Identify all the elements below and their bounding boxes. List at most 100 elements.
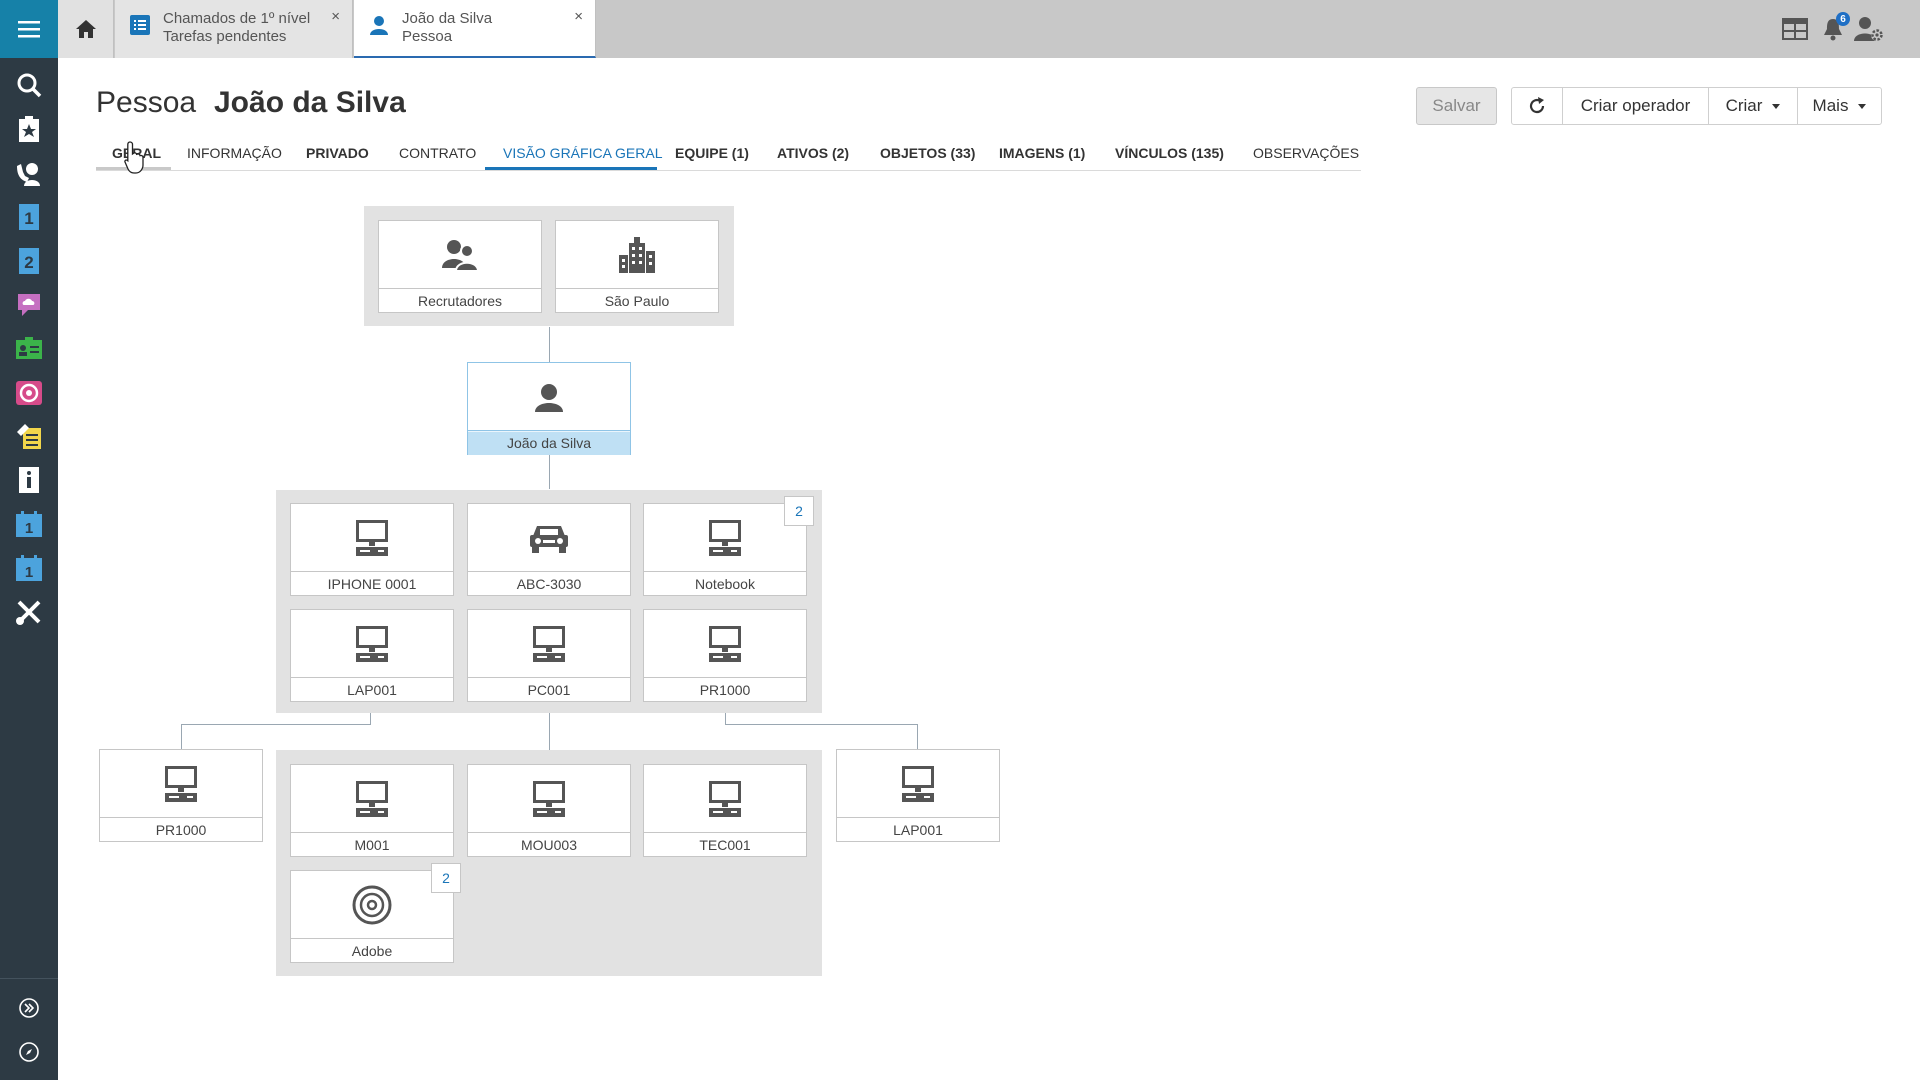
contact-card-icon[interactable] xyxy=(14,333,44,363)
node-label: PR1000 xyxy=(155,822,207,838)
dashboard-button[interactable] xyxy=(1780,14,1810,44)
node-sao-paulo[interactable]: São Paulo xyxy=(555,220,719,313)
level-1-icon[interactable]: 1 xyxy=(14,202,44,232)
node-pr1000[interactable]: PR1000 xyxy=(643,609,807,702)
connector-line xyxy=(181,724,182,750)
node-label: PR1000 xyxy=(699,682,751,698)
target-icon[interactable] xyxy=(14,377,44,407)
hamburger-icon xyxy=(18,21,40,38)
svg-text:1: 1 xyxy=(25,520,33,537)
connector-line xyxy=(725,724,918,725)
node-notebook[interactable]: Notebook 2 xyxy=(643,496,814,596)
node-label: ABC-3030 xyxy=(516,576,582,592)
create-operator-button[interactable]: Criar operador xyxy=(1562,87,1709,125)
refresh-button[interactable] xyxy=(1511,87,1563,125)
chat-cloud-icon[interactable] xyxy=(14,289,44,319)
tab-observacoes[interactable]: OBSERVAÇÕES xyxy=(1253,145,1359,161)
cursor-icon xyxy=(124,141,144,174)
tab-title: João da Silva xyxy=(402,10,493,27)
refresh-icon xyxy=(1529,97,1545,114)
node-tec001[interactable]: TEC001 xyxy=(643,764,807,857)
node-label: MOU003 xyxy=(520,837,578,853)
node-label: Recrutadores xyxy=(417,293,503,309)
child-count-badge[interactable]: 2 xyxy=(784,496,814,526)
create-label: Criar xyxy=(1725,96,1763,115)
phone-person-icon[interactable] xyxy=(14,158,44,188)
tab-active-underline xyxy=(485,167,657,170)
computer-icon xyxy=(356,519,388,556)
page-title: João da Silva xyxy=(214,86,406,119)
node-label: Adobe xyxy=(351,943,393,959)
tab-person[interactable]: João da Silva Pessoa × xyxy=(354,0,596,58)
connector-line xyxy=(181,724,371,725)
node-pr1000-left[interactable]: PR1000 xyxy=(99,749,263,842)
tools-icon[interactable] xyxy=(14,597,44,627)
child-count-badge[interactable]: 2 xyxy=(431,863,461,893)
search-icon[interactable] xyxy=(14,70,44,100)
knowledge-icon[interactable] xyxy=(14,421,44,451)
tab-contrato[interactable]: CONTRATO xyxy=(399,145,476,161)
node-mou003[interactable]: MOU003 xyxy=(467,764,631,857)
top-bar: Chamados de 1º nível Tarefas pendentes ×… xyxy=(58,0,1920,58)
more-label: Mais xyxy=(1812,96,1849,115)
clipboard-star-icon[interactable] xyxy=(14,114,44,144)
tab-subtitle: Pessoa xyxy=(402,28,453,45)
menu-button[interactable] xyxy=(0,0,58,58)
chevron-down-icon xyxy=(1858,103,1867,109)
tab-imagens[interactable]: IMAGENS (1) xyxy=(999,145,1085,161)
calendar-1b-icon[interactable]: 1 xyxy=(14,553,44,583)
close-icon[interactable]: × xyxy=(574,8,583,25)
rail-divider xyxy=(0,978,58,979)
person-icon xyxy=(535,383,563,412)
node-label: IPHONE 0001 xyxy=(327,576,417,592)
tab-objetos[interactable]: OBJETOS (33) xyxy=(880,145,975,161)
node-lap001[interactable]: LAP001 xyxy=(290,609,454,702)
tab-tickets[interactable]: Chamados de 1º nível Tarefas pendentes × xyxy=(115,0,353,58)
calendar-1-icon[interactable]: 1 xyxy=(14,509,44,539)
node-pc001[interactable]: PC001 xyxy=(467,609,631,702)
list-icon xyxy=(130,15,150,35)
tab-subtitle: Tarefas pendentes xyxy=(163,28,287,45)
tab-visao-grafica[interactable]: VISÃO GRÁFICA GERAL xyxy=(503,145,663,161)
save-button[interactable]: Salvar xyxy=(1416,87,1497,125)
svg-text:1: 1 xyxy=(24,209,33,228)
node-lap001-right[interactable]: LAP001 xyxy=(836,749,1000,842)
computer-icon xyxy=(902,765,934,802)
tab-ativos[interactable]: ATIVOS (2) xyxy=(777,145,849,161)
computer-icon xyxy=(709,519,741,556)
notifications-button[interactable]: 6 xyxy=(1818,12,1850,44)
node-m001[interactable]: M001 xyxy=(290,764,454,857)
user-gear-icon xyxy=(1854,17,1883,41)
node-abc-3030[interactable]: ABC-3030 xyxy=(467,503,631,596)
node-person-joao[interactable]: João da Silva xyxy=(467,362,631,455)
tab-informacao[interactable]: INFORMAÇÃO xyxy=(187,145,282,161)
connector-line xyxy=(549,455,550,489)
tab-equipe[interactable]: EQUIPE (1) xyxy=(675,145,749,161)
node-label: João da Silva xyxy=(468,432,630,455)
connector-line xyxy=(917,724,918,750)
tab-vinculos[interactable]: VÍNCULOS (135) xyxy=(1115,145,1224,161)
computer-icon xyxy=(356,780,388,817)
node-label: São Paulo xyxy=(604,293,670,309)
compass-icon[interactable] xyxy=(14,1037,44,1067)
tab-title: Chamados de 1º nível xyxy=(163,10,311,27)
level-2-icon[interactable]: 2 xyxy=(14,246,44,276)
left-rail: 1 2 1 1 xyxy=(0,0,58,1080)
group-icon xyxy=(442,239,480,272)
disc-icon xyxy=(352,885,392,924)
user-settings-button[interactable] xyxy=(1854,14,1884,44)
node-label: Notebook xyxy=(695,576,755,592)
computer-icon xyxy=(709,625,741,662)
more-dropdown-button[interactable]: Mais xyxy=(1797,87,1882,125)
expand-icon[interactable] xyxy=(14,993,44,1023)
home-button[interactable] xyxy=(58,0,114,58)
notification-count: 6 xyxy=(1836,12,1850,26)
node-iphone-0001[interactable]: IPHONE 0001 xyxy=(290,503,454,596)
node-adobe[interactable]: Adobe 2 xyxy=(290,863,461,963)
computer-icon xyxy=(533,625,565,662)
tab-privado[interactable]: PRIVADO xyxy=(306,145,369,161)
create-dropdown-button[interactable]: Criar xyxy=(1708,87,1798,125)
node-recrutadores[interactable]: Recrutadores xyxy=(378,220,542,313)
info-book-icon[interactable] xyxy=(14,465,44,495)
close-icon[interactable]: × xyxy=(331,8,340,25)
